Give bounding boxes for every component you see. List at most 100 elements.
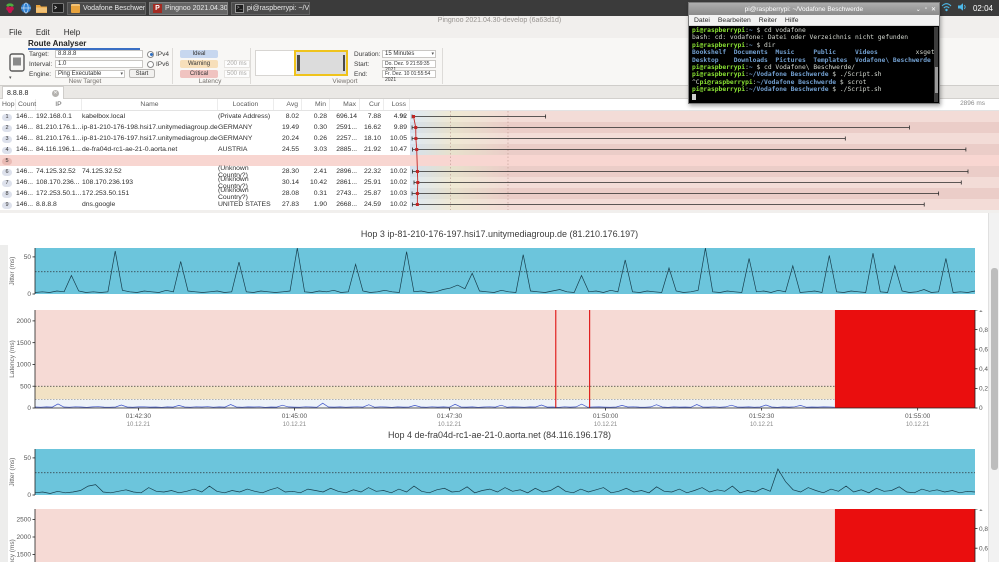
- ipv6-label: IPv6: [156, 61, 169, 68]
- terminal-scrollbar[interactable]: [934, 27, 938, 102]
- viewport-end-label: End:: [354, 71, 367, 78]
- cell-count: 146...: [16, 168, 36, 175]
- menu-file[interactable]: File: [9, 28, 22, 37]
- terminal-titlebar[interactable]: pi@raspberrypi: ~/Vodafone Beschwerde ⌄ …: [689, 3, 939, 15]
- svg-text:1: 1: [979, 310, 983, 314]
- tab-target-8888[interactable]: 8.8.8.8 ✕: [2, 86, 64, 99]
- taskbar-window-pingnoo[interactable]: P Pingnoo 2021.04.30-...: [149, 2, 228, 15]
- warning-threshold-input[interactable]: 200 ms: [224, 60, 250, 68]
- menu-edit[interactable]: Edit: [36, 28, 50, 37]
- table-row-hop-2[interactable]: 2146...81.210.176.1...ip-81-210-176-198.…: [0, 122, 999, 133]
- cell-latency-range-graph: [410, 111, 999, 122]
- ipv4-label: IPv4: [156, 51, 169, 58]
- terminal-menu-reiter[interactable]: Reiter: [759, 17, 777, 24]
- cell-loss: 10.02: [384, 168, 410, 175]
- engine-select[interactable]: Ping Executable: [55, 70, 125, 78]
- shade-icon[interactable]: ⌄: [916, 6, 921, 13]
- browser-icon[interactable]: [19, 2, 32, 15]
- svg-text:0: 0: [979, 405, 983, 412]
- group-caption-new-target: New Target: [50, 78, 120, 85]
- cell-name: 172.253.50.151: [82, 190, 218, 197]
- table-row-hop-7[interactable]: 7146...108.170.236...108.170.236.193(Unk…: [0, 177, 999, 188]
- ipv6-radio[interactable]: [147, 61, 154, 68]
- table-row-hop-6[interactable]: 6146...74.125.32.5274.125.32.52(Unknown …: [0, 166, 999, 177]
- warning-pill[interactable]: Warning: [180, 60, 218, 69]
- cell-max: 2257...: [330, 135, 360, 142]
- scrollbar-thumb[interactable]: [991, 268, 998, 470]
- table-row-hop-5[interactable]: 5: [0, 155, 999, 166]
- cell-min: 1.90: [302, 201, 330, 208]
- file-manager-icon[interactable]: [35, 2, 48, 15]
- cell-avg: 24.55: [274, 146, 302, 153]
- cell-count: 146...: [16, 190, 36, 197]
- terminal-launcher-icon[interactable]: [51, 2, 64, 15]
- target-label: Target:: [29, 51, 49, 58]
- taskbar-window-label: Pingnoo 2021.04.30-...: [165, 5, 228, 12]
- target-input[interactable]: 8.8.8.8: [55, 50, 143, 58]
- svg-text:01:50:00: 01:50:00: [593, 413, 619, 420]
- hop-number-badge: 6: [2, 169, 12, 176]
- terminal-line: Desktop Downloads Pictures Templates Vod…: [692, 57, 936, 64]
- cell-name: ip-81-210-176-198.hsi17.unitymediagroup.…: [82, 124, 218, 131]
- duration-select[interactable]: 15 Minutes: [382, 50, 436, 58]
- terminal-menu-datei[interactable]: Datei: [694, 17, 710, 24]
- hop-number-badge: 1: [2, 114, 12, 121]
- engine-label: Engine:: [29, 71, 51, 78]
- tab-route-analyser[interactable]: Route Analyser: [28, 39, 86, 48]
- cell-cur: 16.62: [360, 124, 384, 131]
- cell-count: 146...: [16, 135, 36, 142]
- terminal-menubar: Datei Bearbeiten Reiter Hilfe: [689, 15, 939, 26]
- hop-number-badge: 3: [2, 136, 12, 143]
- raspberry-menu-icon[interactable]: [3, 2, 16, 15]
- viewport-handle-left[interactable]: [297, 55, 300, 71]
- svg-text:1500: 1500: [17, 552, 32, 559]
- cell-ip: 192.168.0.1: [36, 113, 82, 120]
- table-row-hop-8[interactable]: 8146...172.253.50.1...172.253.50.151(Unk…: [0, 188, 999, 199]
- close-icon[interactable]: ✕: [52, 90, 59, 97]
- hop-number-badge: 7: [2, 180, 12, 187]
- critical-pill[interactable]: Critical: [180, 70, 218, 79]
- cell-avg: 30.14: [274, 179, 302, 186]
- taskbar-window-file-manager[interactable]: Vodafone Beschwerd...: [67, 2, 146, 15]
- viewport-start-input[interactable]: Do. Dez. 9 21:59:35 2021: [382, 60, 436, 68]
- charts-scrollbar[interactable]: [988, 213, 999, 562]
- cell-ip: 172.253.50.1...: [36, 190, 82, 197]
- cell-name: kabelbox.local: [82, 113, 218, 120]
- viewport-handle-right[interactable]: [343, 55, 346, 71]
- cell-name: 108.170.236.193: [82, 179, 218, 186]
- terminal-menu-hilfe[interactable]: Hilfe: [785, 17, 799, 24]
- cell-min: 2.41: [302, 168, 330, 175]
- ideal-pill[interactable]: Ideal: [180, 50, 218, 59]
- cell-max: 2861...: [330, 179, 360, 186]
- table-row-hop-9[interactable]: 9146...8.8.8.8dns.googleUNITED STATES27.…: [0, 199, 999, 210]
- cell-name: ip-81-210-176-197.hsi17.unitymediagroup.…: [82, 135, 218, 142]
- table-row-hop-1[interactable]: 1146...192.168.0.1kabelbox.local(Private…: [0, 111, 999, 122]
- cell-name: de-fra04d-rc1-ae-21-0.aorta.net: [82, 146, 218, 153]
- start-button[interactable]: Start: [129, 69, 155, 78]
- table-row-hop-3[interactable]: 3146...81.210.176.1...ip-81-210-176-197.…: [0, 133, 999, 144]
- ipv4-radio[interactable]: [147, 51, 154, 58]
- terminal-menu-bearbeiten[interactable]: Bearbeiten: [718, 17, 751, 24]
- cell-avg: 27.83: [274, 201, 302, 208]
- close-icon[interactable]: ✕: [931, 6, 936, 13]
- terminal-content[interactable]: pi@raspberrypi:~ $ cd vodafonebash: cd: …: [689, 26, 939, 103]
- charts-area: Hop 3 ip-81-210-176-197.hsi17.unitymedia…: [0, 213, 999, 562]
- cell-max: 696.14: [330, 113, 360, 120]
- maximize-icon[interactable]: ▫: [925, 6, 927, 13]
- table-row-hop-4[interactable]: 4146...84.116.196.1...de-fra04d-rc1-ae-2…: [0, 144, 999, 155]
- svg-text:500: 500: [20, 383, 31, 390]
- viewport-selection[interactable]: [294, 50, 348, 76]
- volume-icon[interactable]: [957, 2, 968, 14]
- svg-text:01:52:30: 01:52:30: [749, 413, 775, 420]
- critical-threshold-input[interactable]: 500 ms: [224, 70, 250, 78]
- cell-count: 146...: [16, 201, 36, 208]
- viewport-end-input[interactable]: Fr. Dez. 10 01:55:54 2021: [382, 70, 436, 78]
- cell-avg: 28.30: [274, 168, 302, 175]
- interval-input[interactable]: 1.0: [55, 60, 143, 68]
- menu-help[interactable]: Help: [64, 28, 80, 37]
- svg-text:2500: 2500: [17, 517, 32, 524]
- wifi-icon[interactable]: [941, 2, 952, 14]
- chevron-down-icon[interactable]: ▾: [9, 75, 12, 81]
- chart-hop3-latency: 050010001500200000,20,40,60,8101:42:3010…: [0, 310, 999, 434]
- taskbar-window-terminal[interactable]: >_ pi@raspberrypi: ~/Vo...: [231, 2, 310, 15]
